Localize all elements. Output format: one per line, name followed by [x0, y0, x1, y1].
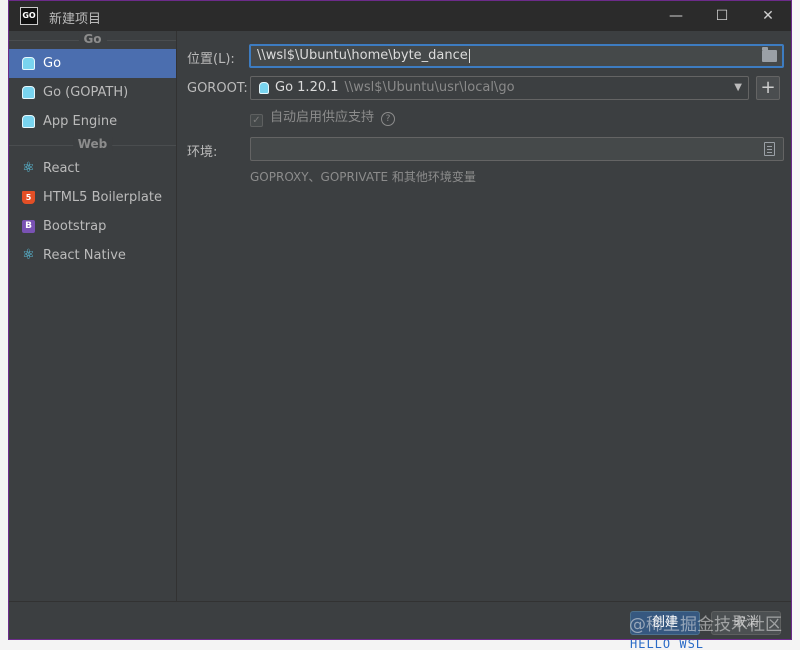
- location-label: 位置(L):: [187, 52, 235, 67]
- sidebar-item-label: React Native: [43, 248, 126, 263]
- add-sdk-button[interactable]: +: [756, 76, 780, 100]
- sidebar-item-bootstrap[interactable]: B Bootstrap: [9, 212, 176, 241]
- environment-hint: GOPROXY、GOPRIVATE 和其他环境变量: [250, 170, 476, 184]
- sidebar-item-label: HTML5 Boilerplate: [43, 190, 162, 205]
- dialog-title: 新建项目: [49, 12, 102, 27]
- bootstrap-icon: B: [22, 220, 35, 233]
- vendor-support-checkbox[interactable]: ✓: [250, 114, 263, 127]
- goland-app-icon: GO: [20, 7, 38, 25]
- app-engine-icon: [22, 115, 35, 128]
- sidebar-item-label: Go (GOPATH): [43, 85, 129, 100]
- sidebar-item-label: React: [43, 161, 80, 176]
- minimize-button[interactable]: —: [653, 1, 699, 31]
- sidebar-item-react-native[interactable]: ⚛ React Native: [9, 241, 176, 270]
- goroot-path: \\wsl$\Ubuntu\usr\local\go: [344, 80, 515, 95]
- goroot-select[interactable]: Go 1.20.1 \\wsl$\Ubuntu\usr\local\go ▼: [250, 76, 749, 100]
- group-separator-go: Go: [9, 31, 176, 49]
- vendor-support-label: 自动启用供应支持: [270, 110, 375, 125]
- group-separator-web: Web: [9, 136, 176, 154]
- goroot-label: GOROOT:: [187, 81, 248, 96]
- create-button[interactable]: 创建: [630, 611, 700, 635]
- sidebar-item-label: Go: [43, 56, 62, 71]
- gopher-icon: [259, 82, 269, 94]
- sidebar-item-go[interactable]: Go: [9, 49, 176, 78]
- project-type-sidebar: Go Go Go (GOPATH) App Engine Web ⚛ React…: [9, 31, 177, 601]
- group-label-go: Go: [78, 32, 107, 46]
- browse-folder-icon[interactable]: [762, 47, 777, 62]
- edit-environment-icon[interactable]: [764, 142, 775, 156]
- sidebar-item-app-engine[interactable]: App Engine: [9, 107, 176, 136]
- project-settings-panel: 位置(L): \\wsl$\Ubuntu\home\byte_dance GOR…: [178, 31, 791, 601]
- goroot-version: Go 1.20.1: [275, 80, 339, 95]
- location-input-value: \\wsl$\Ubuntu\home\byte_dance: [257, 48, 468, 63]
- vendor-support-row: ✓ 自动启用供应支持?: [250, 109, 396, 127]
- title-bar: GO 新建项目 — ☐ ✕: [9, 1, 791, 31]
- dialog-footer: 创建 取消 @稀土掘金技术社区: [9, 601, 791, 639]
- gopher-icon: [22, 57, 35, 70]
- env-label: 环境:: [187, 145, 218, 160]
- help-icon[interactable]: ?: [381, 112, 396, 126]
- cancel-button[interactable]: 取消: [711, 611, 781, 635]
- chevron-down-icon: ▼: [734, 82, 742, 93]
- group-label-web: Web: [72, 137, 113, 151]
- sidebar-item-html5-boilerplate[interactable]: 5 HTML5 Boilerplate: [9, 183, 176, 212]
- close-button[interactable]: ✕: [745, 1, 791, 31]
- text-caret: [468, 48, 470, 63]
- react-icon: ⚛: [22, 160, 35, 176]
- sidebar-item-label: Bootstrap: [43, 219, 107, 234]
- sidebar-item-go-gopath[interactable]: Go (GOPATH): [9, 78, 176, 107]
- sidebar-item-react[interactable]: ⚛ React: [9, 154, 176, 183]
- html5-icon: 5: [22, 191, 35, 204]
- location-input[interactable]: \\wsl$\Ubuntu\home\byte_dance: [249, 44, 784, 68]
- maximize-button[interactable]: ☐: [699, 1, 745, 31]
- new-project-dialog: GO 新建项目 — ☐ ✕ Go Go Go (GOPATH) App Engi…: [8, 0, 792, 640]
- environment-input[interactable]: [250, 137, 784, 161]
- sidebar-item-label: App Engine: [43, 114, 118, 129]
- react-icon: ⚛: [22, 247, 35, 263]
- gopher-icon: [22, 86, 35, 99]
